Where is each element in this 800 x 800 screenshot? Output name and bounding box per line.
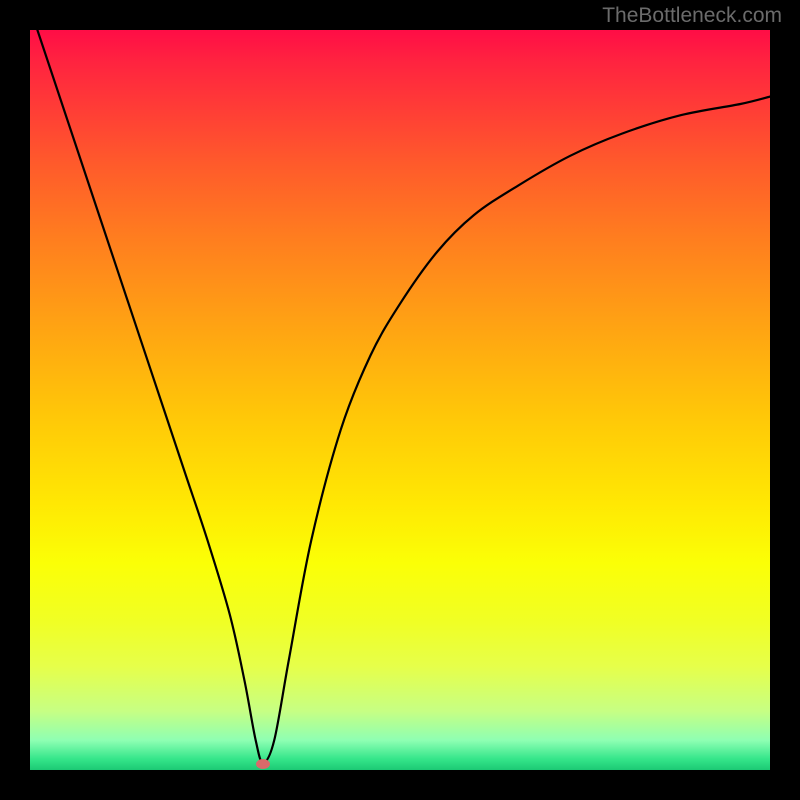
bottleneck-curve <box>37 30 770 763</box>
minimum-marker <box>256 759 270 769</box>
watermark-text: TheBottleneck.com <box>602 4 782 28</box>
chart-area <box>30 30 770 770</box>
curve-svg <box>30 30 770 770</box>
